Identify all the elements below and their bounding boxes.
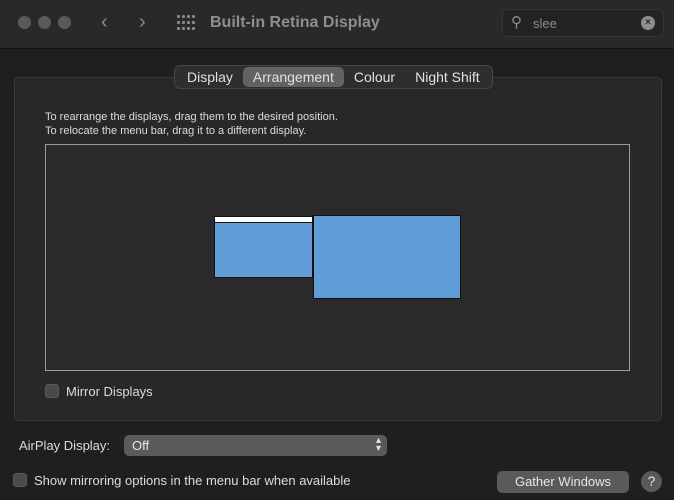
close-window-button[interactable] <box>18 16 31 29</box>
search-field[interactable]: ⚲ slee × <box>502 9 664 37</box>
show-mirroring-checkbox[interactable] <box>13 473 27 487</box>
tab-bar: Display Arrangement Colour Night Shift <box>174 65 493 89</box>
built-in-display[interactable] <box>214 216 313 278</box>
airplay-display-value: Off <box>132 438 150 453</box>
search-icon: ⚲ <box>511 14 522 31</box>
mirror-displays-checkbox[interactable] <box>45 384 59 398</box>
mirror-displays-label: Mirror Displays <box>66 384 153 399</box>
forward-button[interactable]: › <box>139 11 146 34</box>
tab-display[interactable]: Display <box>177 67 243 87</box>
title-bar: ‹ › Built-in Retina Display ⚲ slee × <box>0 0 674 49</box>
tab-arrangement[interactable]: Arrangement <box>242 67 344 87</box>
window-title: Built-in Retina Display <box>210 14 380 31</box>
zoom-window-button[interactable] <box>58 16 71 29</box>
airplay-display-label: AirPlay Display: <box>19 438 111 453</box>
chevron-up-down-icon: ▴ ▾ <box>375 435 381 454</box>
back-button[interactable]: ‹ <box>101 11 108 34</box>
instructions: To rearrange the displays, drag them to … <box>45 110 338 138</box>
instruction-menubar: To relocate the menu bar, drag it to a d… <box>45 125 307 137</box>
tab-night-shift[interactable]: Night Shift <box>405 67 490 87</box>
external-display[interactable] <box>313 215 461 299</box>
menu-bar-handle[interactable] <box>215 217 312 223</box>
display-arrangement-area <box>45 144 630 371</box>
gather-windows-button[interactable]: Gather Windows <box>497 471 629 493</box>
show-all-grid-icon[interactable] <box>177 15 195 31</box>
help-button[interactable]: ? <box>641 471 662 492</box>
show-mirroring-label: Show mirroring options in the menu bar w… <box>34 473 351 488</box>
instruction-rearrange: To rearrange the displays, drag them to … <box>45 111 338 123</box>
clear-icon[interactable]: × <box>641 16 655 30</box>
minimize-window-button[interactable] <box>38 16 51 29</box>
tab-colour[interactable]: Colour <box>344 67 405 87</box>
search-input[interactable]: slee <box>533 16 557 31</box>
airplay-display-select[interactable]: Off ▴ ▾ <box>124 435 387 456</box>
